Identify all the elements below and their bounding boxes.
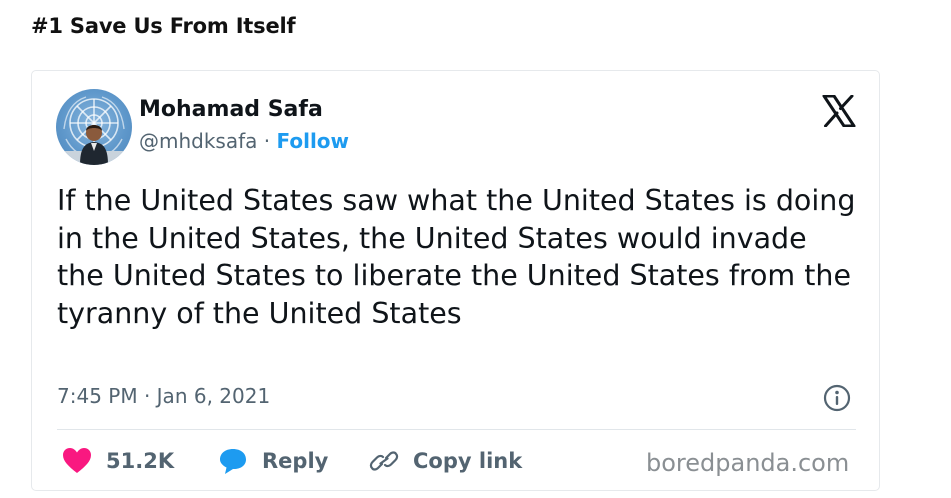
copy-link-button[interactable]: Copy link: [369, 446, 522, 476]
watermark: boredpanda.com: [646, 449, 850, 477]
handle-separator: ·: [263, 129, 271, 153]
reply-button[interactable]: Reply: [218, 446, 328, 476]
author-handle-line: @mhdksafa · Follow: [139, 129, 349, 153]
tweet-card: Mohamad Safa @mhdksafa · Follow If the U…: [31, 70, 880, 491]
avatar[interactable]: [56, 89, 132, 165]
like-count: 51.2K: [106, 449, 175, 473]
copy-link-label: Copy link: [413, 449, 523, 473]
author-name[interactable]: Mohamad Safa: [139, 97, 323, 122]
x-logo-icon[interactable]: [822, 94, 856, 128]
post-title: #1 Save Us From Itself: [31, 14, 296, 38]
info-icon[interactable]: [823, 384, 851, 412]
heart-icon: [63, 448, 91, 473]
reply-label: Reply: [262, 449, 329, 473]
like-button[interactable]: 51.2K: [62, 446, 174, 476]
author-handle[interactable]: @mhdksafa: [139, 129, 257, 153]
un-emblem-background: [56, 96, 132, 165]
tweet-timestamp[interactable]: 7:45 PM · Jan 6, 2021: [57, 384, 270, 408]
speech-bubble-icon: [220, 449, 246, 474]
tweet-text: If the United States saw what the United…: [57, 184, 856, 330]
follow-button[interactable]: Follow: [277, 129, 350, 153]
link-icon: [369, 451, 399, 471]
divider: [57, 429, 856, 430]
